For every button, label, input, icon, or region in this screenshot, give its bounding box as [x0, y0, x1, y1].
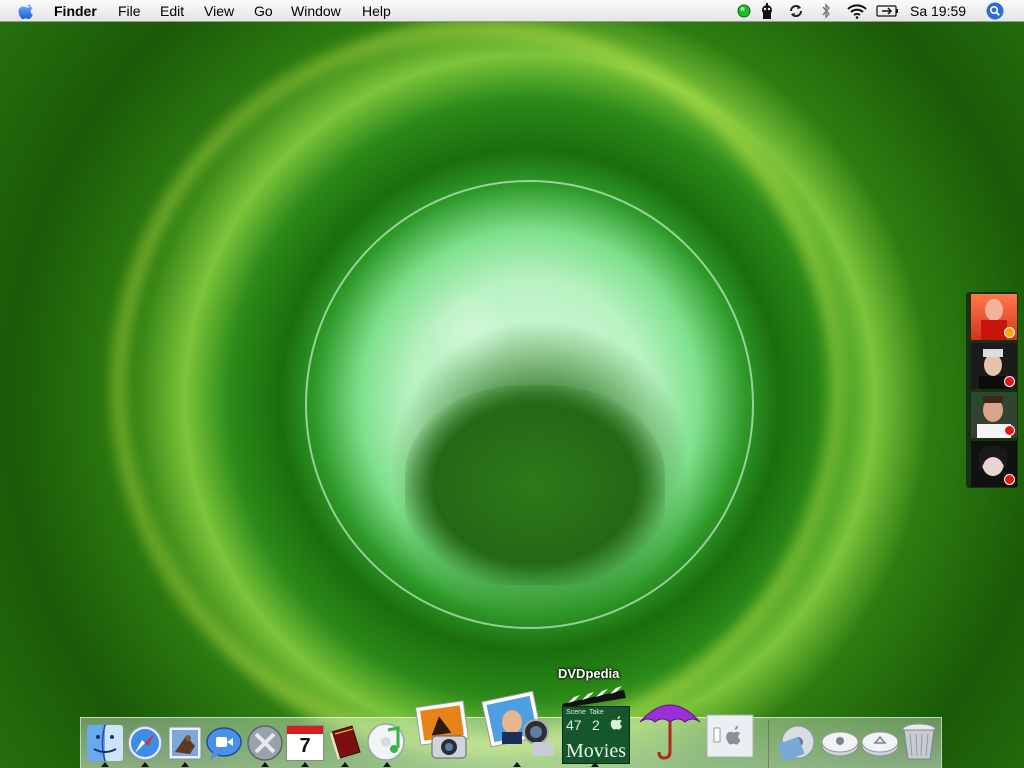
book-app-icon[interactable]: [326, 722, 364, 762]
buddy-status-away: [1004, 327, 1015, 338]
mail-icon[interactable]: [166, 724, 204, 762]
dvdpedia-icon[interactable]: Scene Take 47 2 Movies: [560, 686, 630, 764]
ichat-status-icon[interactable]: [737, 4, 751, 18]
menu-window[interactable]: Window: [291, 3, 341, 19]
battery-icon[interactable]: [876, 4, 900, 18]
buddy-avatar-1[interactable]: [971, 294, 1017, 340]
menubar-clock[interactable]: Sa 19:59: [910, 3, 966, 19]
image-capture-icon[interactable]: [414, 700, 478, 762]
buddy-avatar-3[interactable]: [971, 392, 1017, 438]
dock-tooltip-label: DVDpedia: [558, 666, 620, 681]
menu-help[interactable]: Help: [362, 3, 391, 19]
clapper-take-number: 2: [592, 717, 600, 733]
wifi-icon[interactable]: [846, 3, 868, 19]
menu-edit[interactable]: Edit: [160, 3, 184, 19]
bluetooth-icon[interactable]: [820, 3, 832, 19]
drive-apple-icon[interactable]: [820, 724, 860, 760]
script-menu-icon[interactable]: [758, 2, 776, 20]
clapper-scene-number: 47: [566, 717, 582, 733]
running-indicator: [341, 762, 349, 767]
disc-folder-icon[interactable]: [778, 722, 818, 762]
itunes-icon[interactable]: [366, 722, 406, 762]
apple-menu-icon[interactable]: [17, 1, 37, 21]
finder-icon[interactable]: [86, 724, 124, 762]
sync-icon[interactable]: [788, 3, 804, 19]
running-indicator: [513, 762, 521, 767]
menu-file[interactable]: File: [118, 3, 141, 19]
safari-icon[interactable]: [126, 724, 164, 762]
menu-go[interactable]: Go: [254, 3, 273, 19]
calendar-day: 7: [299, 735, 311, 757]
buddy-avatar-4[interactable]: [971, 441, 1017, 487]
trash-icon[interactable]: [900, 722, 938, 762]
apple-logo-icon: [610, 716, 622, 730]
running-indicator: [101, 762, 109, 767]
menu-bar: Finder File Edit View Go Window Help Sa …: [0, 0, 1024, 22]
umbrella-icon[interactable]: [636, 694, 704, 762]
drive-recycle-icon[interactable]: [860, 724, 900, 760]
desktop-wallpaper: [0, 0, 1024, 768]
menu-view[interactable]: View: [204, 3, 234, 19]
running-indicator: [301, 762, 309, 767]
menu-finder[interactable]: Finder: [54, 3, 97, 19]
buddy-status-busy: [1004, 425, 1015, 436]
clapper-take-label: Take: [589, 709, 604, 716]
buddy-status-busy: [1004, 376, 1015, 387]
buddy-list-widget: [966, 292, 1018, 488]
running-indicator: [591, 762, 599, 767]
clapper-scene-label: Scene: [566, 709, 586, 716]
spotlight-search-icon[interactable]: [986, 2, 1004, 20]
running-indicator: [181, 762, 189, 767]
ical-icon[interactable]: 7: [286, 725, 324, 761]
installer-apple-icon[interactable]: [704, 712, 756, 760]
running-indicator: [261, 762, 269, 767]
dock-separator: [768, 720, 769, 768]
iphoto-icon[interactable]: [480, 690, 556, 762]
movies-label: Movies: [566, 740, 626, 762]
buddy-avatar-2[interactable]: [971, 343, 1017, 389]
running-indicator: [383, 762, 391, 767]
running-indicator: [141, 762, 149, 767]
system-preferences-x-icon[interactable]: [246, 724, 284, 762]
buddy-status-busy: [1004, 474, 1015, 485]
clapper-top-icon: [562, 686, 626, 708]
ichat-icon[interactable]: [205, 726, 243, 762]
